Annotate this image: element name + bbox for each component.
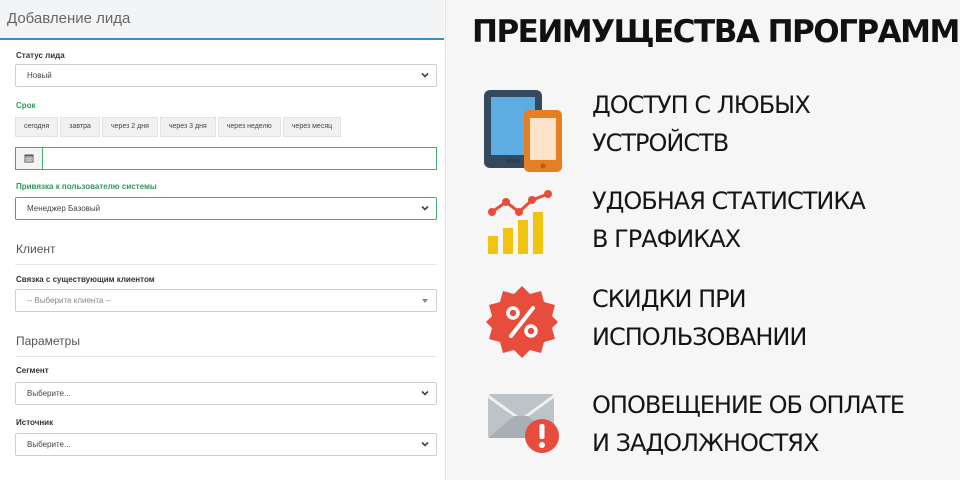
- calendar-icon: [24, 154, 34, 163]
- segment-select[interactable]: Выберите...: [15, 382, 437, 405]
- feature-discount-line1: СКИДКИ ПРИ: [592, 285, 747, 313]
- discount-icon: [486, 286, 558, 358]
- params-divider: [15, 356, 437, 357]
- chart-icon: [488, 190, 552, 254]
- chip-week-button[interactable]: через неделю: [217, 117, 281, 137]
- feature-notifications-line1: ОПОВЕЩЕНИЕ ОБ ОПЛАТЕ: [592, 391, 905, 419]
- chevron-down-icon: [421, 390, 429, 396]
- deadline-date-input[interactable]: [15, 147, 437, 170]
- status-select[interactable]: Новый: [15, 64, 437, 87]
- assign-user-value: Менеджер Базовый: [27, 204, 101, 213]
- source-value: Выберите...: [27, 440, 71, 449]
- feature-discount-text: СКИДКИ ПРИ ИСПОЛЬЗОВАНИИ: [592, 280, 807, 356]
- feature-discount-line2: ИСПОЛЬЗОВАНИИ: [592, 323, 807, 351]
- chevron-down-icon: [421, 72, 429, 78]
- chip-tomorrow-button[interactable]: завтра: [60, 117, 100, 137]
- deadline-quick-buttons: сегодня завтра через 2 дня через 3 дня ч…: [15, 117, 343, 137]
- status-label: Статус лида: [16, 51, 65, 60]
- feature-devices-text: ДОСТУП С ЛЮБЫХ УСТРОЙСТВ: [592, 86, 811, 162]
- feature-statistics-line1: УДОБНАЯ СТАТИСТИКА: [592, 187, 866, 215]
- form-header: Добавление лида: [0, 0, 444, 40]
- calendar-icon-addon[interactable]: [16, 148, 43, 169]
- chevron-down-icon: [421, 441, 429, 447]
- feature-devices-line2: УСТРОЙСТВ: [592, 129, 729, 157]
- promo-title: ПРЕИМУЩЕСТВА ПРОГРАММЫ: [472, 14, 960, 50]
- chip-month-button[interactable]: через месяц: [282, 117, 342, 137]
- assign-user-label: Привязка к пользователю системы: [16, 182, 157, 191]
- feature-notifications-text: ОПОВЕЩЕНИЕ ОБ ОПЛАТЕ И ЗАДОЛЖНОСТЯХ: [592, 386, 905, 462]
- client-divider: [15, 264, 437, 265]
- feature-statistics-line2: В ГРАФИКАХ: [592, 225, 741, 253]
- feature-devices-line1: ДОСТУП С ЛЮБЫХ: [592, 91, 811, 119]
- chevron-down-icon: [421, 205, 429, 211]
- client-link-placeholder: -- Выберите клиента --: [27, 296, 111, 305]
- source-select[interactable]: Выберите...: [15, 433, 437, 456]
- mail-alert-icon: [487, 394, 559, 453]
- chip-3-days-button[interactable]: через 3 дня: [159, 117, 216, 137]
- client-link-label: Связка с существующим клиентом: [16, 275, 155, 284]
- devices-icon: [484, 90, 562, 172]
- client-link-select[interactable]: -- Выберите клиента --: [15, 289, 437, 312]
- assign-user-select[interactable]: Менеджер Базовый: [15, 197, 437, 220]
- deadline-label: Срок: [16, 101, 36, 110]
- feature-statistics-text: УДОБНАЯ СТАТИСТИКА В ГРАФИКАХ: [592, 182, 866, 258]
- segment-value: Выберите...: [27, 389, 71, 398]
- chip-today-button[interactable]: сегодня: [15, 117, 59, 137]
- chip-2-days-button[interactable]: через 2 дня: [101, 117, 158, 137]
- caret-down-icon: [422, 299, 428, 303]
- form-title: Добавление лида: [7, 10, 131, 27]
- add-lead-form: Добавление лида Статус лида Новый Срок с…: [0, 0, 446, 480]
- source-label: Источник: [16, 418, 54, 427]
- params-section-title: Параметры: [16, 334, 80, 348]
- feature-notifications-line2: И ЗАДОЛЖНОСТЯХ: [592, 429, 819, 457]
- status-value: Новый: [27, 71, 52, 80]
- segment-label: Сегмент: [16, 366, 49, 375]
- client-section-title: Клиент: [16, 242, 56, 256]
